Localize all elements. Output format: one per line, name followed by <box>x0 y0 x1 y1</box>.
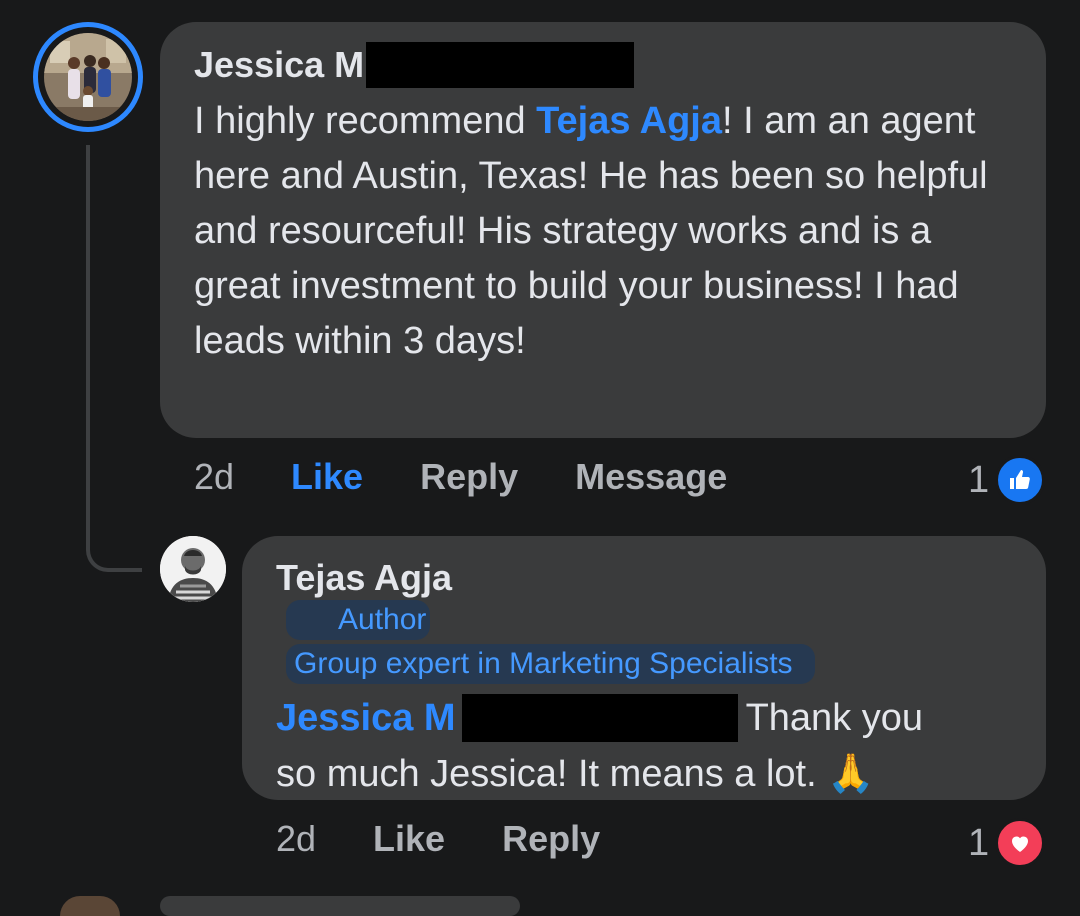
message-button[interactable]: Message <box>575 456 727 498</box>
mention-link[interactable]: Tejas Agja <box>536 100 722 142</box>
next-comment-avatar[interactable] <box>60 896 120 916</box>
reply-bubble: Tejas Agja Author Group expert in Market… <box>242 536 1046 800</box>
family-photo-icon <box>44 33 132 121</box>
thread-connector-line <box>86 145 142 572</box>
reply-actions: 2d Like Reply <box>276 818 657 860</box>
comment-author-name[interactable]: Jessica M <box>194 43 364 87</box>
reply-reply-button[interactable]: Reply <box>502 818 600 860</box>
redacted-surname <box>366 42 635 88</box>
reply-author[interactable]: Tejas Agja <box>276 556 1012 600</box>
comment-author[interactable]: Jessica M <box>194 42 1012 88</box>
reply-mention-link[interactable]: Jessica M <box>276 690 456 746</box>
like-icon <box>995 455 1046 505</box>
love-icon <box>995 818 1046 868</box>
reply-timestamp[interactable]: 2d <box>276 818 316 860</box>
like-button[interactable]: Like <box>291 456 363 498</box>
comment-timestamp[interactable]: 2d <box>194 456 234 498</box>
reply-reaction-count: 1 <box>968 821 990 864</box>
comment-bubble: Jessica M I highly recommend Tejas Agja!… <box>160 22 1046 438</box>
comment-text: I highly recommend Tejas Agja! I am an a… <box>194 94 1012 369</box>
reaction-count: 1 <box>968 458 990 501</box>
expert-badge-row: Group expert in Marketing Specialists <box>276 644 1012 688</box>
comment-reactions[interactable]: 1 <box>968 455 1046 505</box>
reply-author-name[interactable]: Tejas Agja <box>276 556 452 600</box>
author-badge[interactable]: Author <box>286 600 431 640</box>
reply-text-line-2: so much Jessica! It means a lot. 🙏 <box>276 753 875 795</box>
reply-reactions[interactable]: 1 <box>968 818 1046 868</box>
redacted-surname <box>461 694 738 742</box>
next-comment-bubble <box>160 896 520 916</box>
comment-text-start: I highly recommend <box>194 100 537 142</box>
replier-avatar[interactable] <box>160 536 226 602</box>
commenter-avatar[interactable] <box>33 22 143 132</box>
reply-text-line-1: Thank you <box>745 697 924 739</box>
comment-actions: 2d Like Reply Message <box>194 456 784 498</box>
person-photo-icon <box>160 536 226 602</box>
group-expert-badge[interactable]: Group expert in Marketing Specialists <box>286 644 815 684</box>
author-badge-row: Author <box>276 600 1012 644</box>
reply-button[interactable]: Reply <box>420 456 518 498</box>
reply-text: Jessica M Thank you so much Jessica! It … <box>276 690 1012 802</box>
reply-like-button[interactable]: Like <box>373 818 445 860</box>
